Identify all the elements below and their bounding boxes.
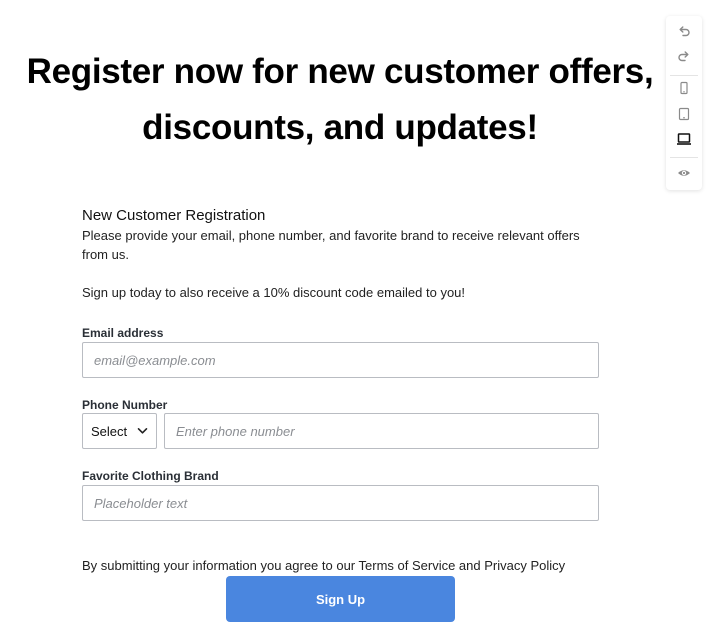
desktop-view-button[interactable]: [666, 130, 702, 152]
undo-icon: [677, 24, 691, 43]
page-title: Register now for new customer offers, di…: [26, 52, 654, 147]
phone-label: Phone Number: [82, 398, 168, 412]
country-code-select[interactable]: Select: [82, 413, 157, 449]
form-discount-note: Sign up today to also receive a 10% disc…: [82, 285, 466, 300]
editor-toolbar: [666, 16, 702, 190]
favorite-brand-field[interactable]: [82, 485, 599, 521]
preview-button[interactable]: [666, 164, 702, 186]
desktop-view-icon: [676, 132, 692, 151]
sign-up-button[interactable]: Sign Up: [226, 576, 455, 622]
redo-button[interactable]: [666, 47, 702, 69]
registration-page: Register now for new customer offers, di…: [0, 0, 710, 635]
country-code-select-value: Select: [91, 423, 128, 439]
toolbar-divider: [670, 75, 698, 76]
brand-label: Favorite Clothing Brand: [82, 469, 219, 483]
phone-number-field[interactable]: [164, 413, 599, 449]
toolbar-divider: [670, 157, 698, 158]
redo-icon: [677, 49, 691, 68]
mobile-view-icon: [677, 81, 691, 100]
undo-button[interactable]: [666, 22, 702, 44]
form-description: Please provide your email, phone number,…: [82, 228, 580, 262]
preview-eye-icon: [677, 166, 691, 185]
mobile-view-button[interactable]: [666, 79, 702, 101]
form-heading: New Customer Registration: [82, 207, 266, 224]
chevron-down-icon: [137, 427, 148, 435]
registration-form: New Customer Registration Please provide…: [82, 206, 599, 302]
legal-notice: By submitting your information you agree…: [82, 558, 566, 573]
tablet-view-icon: [677, 107, 691, 126]
tablet-view-button[interactable]: [666, 105, 702, 127]
email-label: Email address: [82, 326, 164, 340]
email-field[interactable]: [82, 342, 599, 378]
